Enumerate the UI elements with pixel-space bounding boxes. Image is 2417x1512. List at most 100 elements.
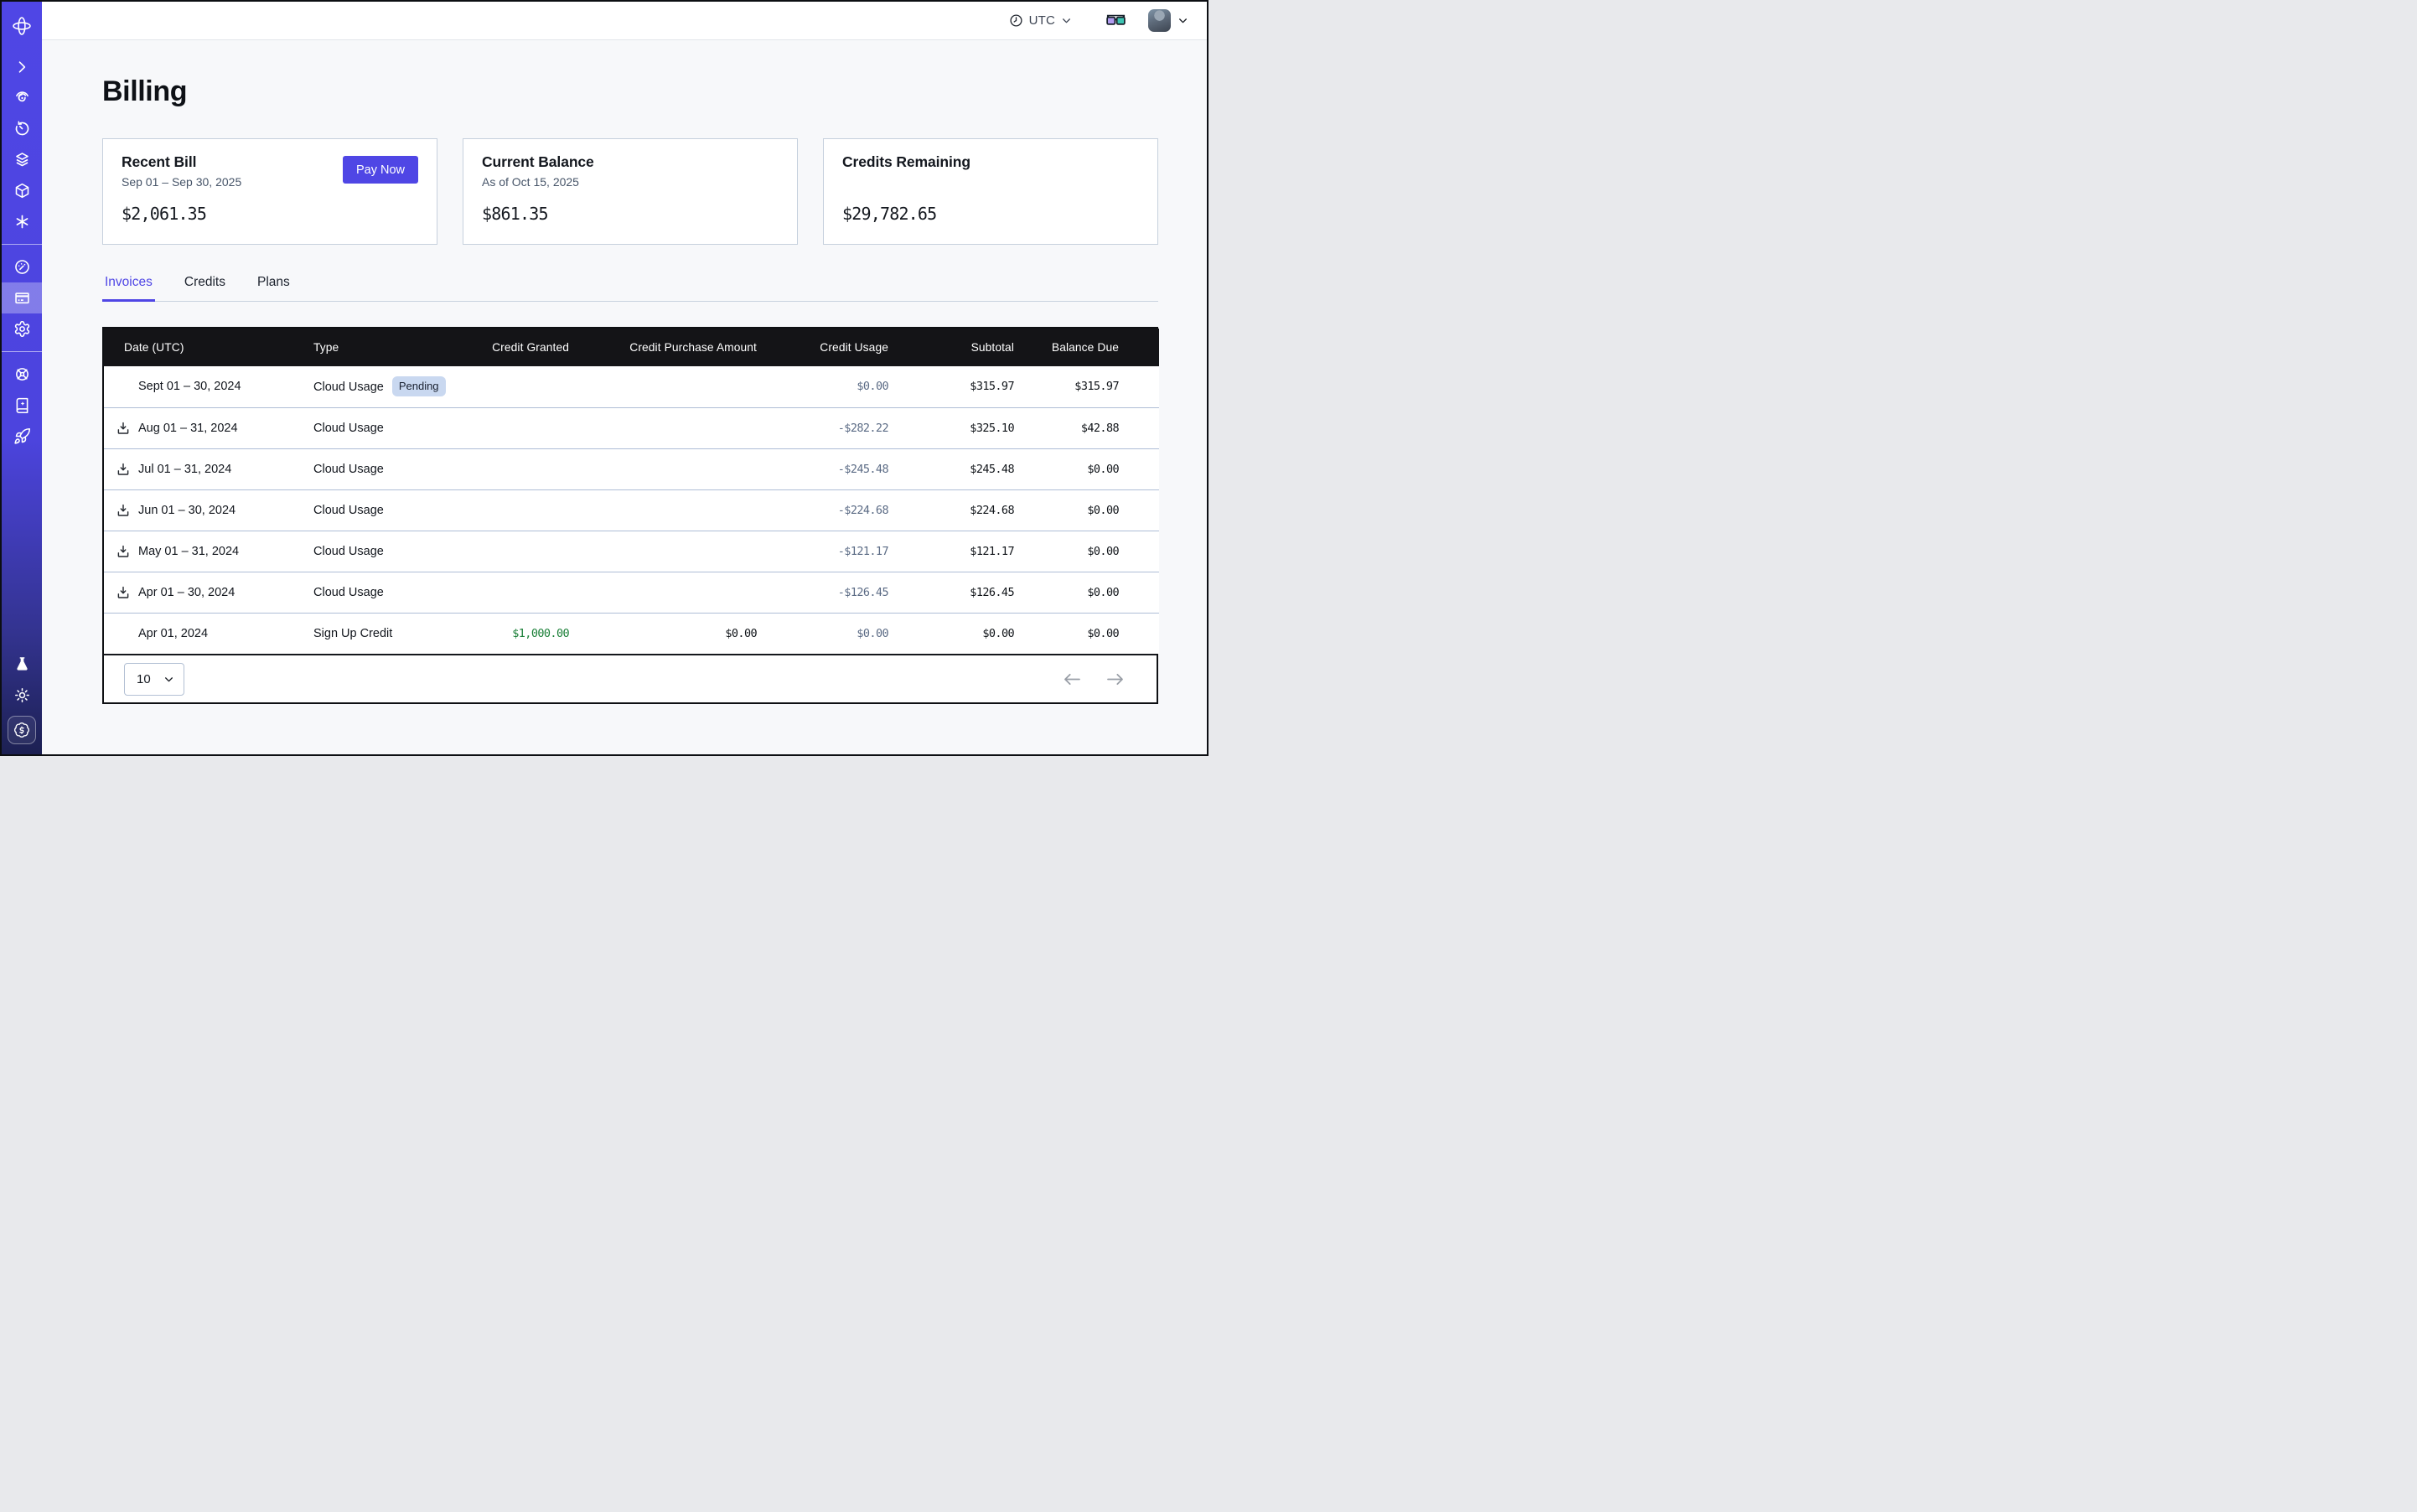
table-row: Aug 01 – 31, 2024 Cloud Usage -$282.22 $… (104, 407, 1159, 448)
billing-summary-cards: Recent Bill Sep 01 – Sep 30, 2025 Pay No… (102, 138, 1158, 245)
download-invoice-button[interactable] (116, 462, 131, 477)
flask-icon (13, 655, 31, 673)
subtotal-value: $245.48 (888, 448, 1014, 489)
subtotal-value: $0.00 (888, 613, 1014, 654)
invoice-date: Jul 01 – 31, 2024 (138, 463, 231, 476)
sidebar-collapse-button[interactable] (2, 51, 42, 82)
invoice-date: Apr 01 – 30, 2024 (138, 586, 235, 599)
sidebar-item-support[interactable] (2, 359, 42, 390)
balance-due-value: $0.00 (1014, 613, 1159, 654)
balance-due-value: $0.00 (1014, 531, 1159, 572)
next-page-button[interactable] (1105, 672, 1125, 686)
credit-granted-value (473, 572, 569, 613)
credit-usage-value: -$282.22 (757, 407, 888, 448)
sidebar-item-labs[interactable] (2, 649, 42, 680)
subtotal-value: $224.68 (888, 489, 1014, 531)
recent-bill-amount: $2,061.35 (122, 204, 418, 224)
table-row: Sept 01 – 30, 2024 Cloud UsagePending $0… (104, 366, 1159, 407)
credit-purchase-value (569, 489, 757, 531)
timer-icon (13, 120, 31, 137)
table-row: Jun 01 – 30, 2024 Cloud Usage -$224.68 $… (104, 489, 1159, 531)
page-size-select[interactable]: 10 (124, 663, 184, 696)
credits-remaining-amount: $29,782.65 (842, 204, 1139, 224)
tab-invoices[interactable]: Invoices (102, 275, 155, 301)
book-sparkle-icon (13, 396, 31, 414)
billing-tabs: Invoices Credits Plans (102, 275, 1158, 302)
arrow-right-icon (1105, 672, 1125, 686)
3d-glasses-icon (1105, 13, 1126, 28)
sidebar-item-billing[interactable] (2, 282, 42, 313)
column-header-balance-due: Balance Due (1014, 329, 1159, 366)
invoice-date: Aug 01 – 31, 2024 (138, 422, 238, 435)
pay-now-button[interactable]: Pay Now (343, 156, 418, 184)
sidebar-item-credits-rewards[interactable] (8, 716, 36, 744)
tab-credits[interactable]: Credits (182, 275, 228, 301)
table-row: Apr 01 – 30, 2024 Cloud Usage -$126.45 $… (104, 572, 1159, 613)
current-balance-amount: $861.35 (482, 204, 779, 224)
sidebar-item-theme-toggle[interactable] (2, 680, 42, 711)
sun-icon (13, 686, 31, 704)
orbit-logo-icon[interactable] (2, 10, 42, 41)
sidebar-item-settings[interactable] (2, 313, 42, 344)
sidebar-item-packages[interactable] (2, 175, 42, 206)
download-invoice-button[interactable] (116, 421, 131, 436)
sidebar-item-getting-started[interactable] (2, 421, 42, 452)
status-badge: Pending (392, 376, 446, 396)
page-size-value: 10 (137, 672, 151, 686)
subtotal-value: $121.17 (888, 531, 1014, 572)
page-title: Billing (102, 75, 1158, 108)
sidebar-item-vision[interactable] (2, 82, 42, 113)
sidebar-item-docs[interactable] (2, 390, 42, 421)
account-menu[interactable] (1148, 9, 1188, 32)
credit-granted-value (473, 489, 569, 531)
timezone-label: UTC (1029, 13, 1055, 28)
download-invoice-button[interactable] (116, 544, 131, 559)
sidebar-item-layers[interactable] (2, 144, 42, 175)
download-icon (116, 503, 131, 518)
invoice-table-body: Sept 01 – 30, 2024 Cloud UsagePending $0… (104, 366, 1159, 654)
card-title: Credits Remaining (842, 153, 1139, 171)
credit-usage-value: -$245.48 (757, 448, 888, 489)
invoice-type: Cloud Usage (313, 545, 384, 558)
invoice-type: Cloud Usage (313, 504, 384, 517)
view-mode-button[interactable] (1105, 13, 1126, 28)
chevron-down-icon (1177, 15, 1188, 26)
column-header-credit-purchase-amount: Credit Purchase Amount (569, 329, 757, 366)
download-invoice-button[interactable] (116, 585, 131, 600)
subtotal-value: $315.97 (888, 366, 1014, 407)
card-title: Recent Bill (122, 153, 241, 171)
download-icon (116, 544, 131, 559)
column-header-subtotal: Subtotal (888, 329, 1014, 366)
main-content: Billing Recent Bill Sep 01 – Sep 30, 202… (42, 40, 1207, 754)
recent-bill-card: Recent Bill Sep 01 – Sep 30, 2025 Pay No… (102, 138, 437, 245)
credits-remaining-card: Credits Remaining $29,782.65 (823, 138, 1158, 245)
tab-plans[interactable]: Plans (255, 275, 292, 301)
card-title: Current Balance (482, 153, 779, 171)
column-header-type: Type (313, 329, 473, 366)
table-row: May 01 – 31, 2024 Cloud Usage -$121.17 $… (104, 531, 1159, 572)
sidebar-item-services[interactable] (2, 206, 42, 237)
invoice-date: May 01 – 31, 2024 (138, 545, 239, 558)
card-subtitle: As of Oct 15, 2025 (482, 175, 779, 190)
balance-due-value: $0.00 (1014, 489, 1159, 531)
avatar (1148, 9, 1171, 32)
previous-page-button[interactable] (1063, 672, 1082, 686)
current-balance-card: Current Balance As of Oct 15, 2025 $861.… (463, 138, 798, 245)
sidebar-item-usage[interactable] (2, 251, 42, 282)
sidebar-divider (2, 244, 42, 245)
column-header-credit-usage: Credit Usage (757, 329, 888, 366)
asterisk-icon (13, 213, 31, 230)
sidebar-item-history[interactable] (2, 113, 42, 144)
helm-icon (13, 365, 31, 383)
vision-icon (13, 89, 31, 106)
credit-granted-value (473, 531, 569, 572)
download-icon (116, 585, 131, 600)
clock-icon (1009, 13, 1023, 28)
balance-due-value: $0.00 (1014, 572, 1159, 613)
timezone-selector[interactable]: UTC (1009, 13, 1072, 28)
subtotal-value: $325.10 (888, 407, 1014, 448)
credit-usage-value: $0.00 (757, 366, 888, 407)
download-invoice-button[interactable] (116, 503, 131, 518)
invoices-table: Date (UTC) Type Credit Granted Credit Pu… (102, 327, 1158, 704)
balance-due-value: $315.97 (1014, 366, 1159, 407)
